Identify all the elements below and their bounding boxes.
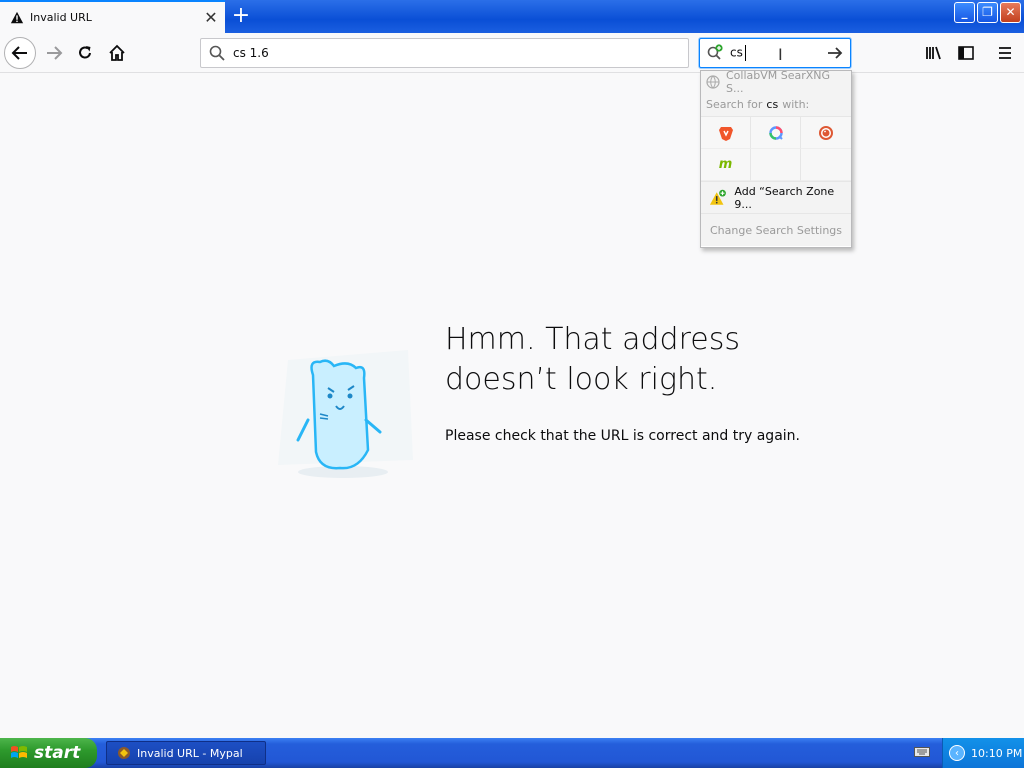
library-icon [926,46,941,60]
text-caret [744,45,746,61]
engine-duckduckgo[interactable] [801,117,851,149]
search-engine-grid: m [701,117,851,182]
error-title: Hmm. That address doesn’t look right. [445,320,865,400]
search-bar[interactable]: cs I [699,38,851,68]
maximize-button[interactable]: ❐ [977,2,998,23]
navigation-toolbar: cs 1.6 cs I [0,33,1024,73]
hamburger-menu-icon [999,47,1011,59]
search-suggestion-item[interactable]: CollabVM SearXNG S... [701,69,851,95]
search-input[interactable]: cs [730,45,746,61]
search-suggestions-popup: CollabVM SearXNG S... Search for cs with… [700,69,852,248]
menu-button[interactable] [989,37,1021,69]
back-arrow-icon [11,46,27,60]
address-bar[interactable]: cs 1.6 [200,38,689,68]
address-value: cs 1.6 [233,46,269,60]
qwant-icon [768,125,783,140]
system-tray: ‹ 10:10 PM [942,738,1024,768]
sidebar-icon [958,46,974,60]
globe-icon [706,75,720,89]
show-hidden-icons-chevron-icon[interactable]: ‹ [949,745,965,761]
error-description: Please check that the URL is correct and… [445,428,800,444]
add-search-engine-item[interactable]: Add “Search Zone 9... [701,182,851,214]
start-label: start [34,743,81,763]
home-button[interactable] [101,37,133,69]
taskbar-item-mypal[interactable]: Invalid URL - Mypal [106,741,266,765]
search-go-arrow-icon[interactable] [826,44,844,62]
sidebar-button[interactable] [950,37,982,69]
duckduckgo-icon [819,125,833,140]
minimize-button[interactable]: _ [954,2,975,23]
close-window-button[interactable]: ✕ [1000,2,1021,23]
tab-strip: Invalid URL ✕ + _ ❐ ✕ [0,0,1024,33]
engine-empty-slot [801,149,851,181]
confused-bear-illustration [278,350,413,478]
search-value: cs [730,45,743,60]
reload-icon [79,46,91,59]
home-icon [109,44,125,61]
search-for-header: Search for cs with: [701,93,851,117]
add-engine-warning-icon [709,189,726,205]
keyboard-icon[interactable] [914,746,930,758]
search-for-term: cs [766,98,779,111]
warning-icon [10,11,24,23]
error-title-line-1: Hmm. That address [445,322,740,357]
search-icon [209,45,225,61]
mypal-app-icon [118,747,130,759]
forward-button[interactable] [38,37,70,69]
window-controls: _ ❐ ✕ [954,2,1021,23]
tab-invalid-url[interactable]: Invalid URL ✕ [0,0,225,33]
engine-mojeek[interactable]: m [701,149,751,181]
brave-icon [718,126,733,141]
engine-empty-slot [751,149,801,181]
forward-arrow-icon [47,46,63,60]
ibeam-cursor-icon: I [778,45,783,64]
clock[interactable]: 10:10 PM [971,747,1022,760]
taskbar-item-label: Invalid URL - Mypal [137,746,243,760]
tab-title: Invalid URL [30,11,92,24]
suggestion-text: CollabVM SearXNG S... [726,69,831,95]
mojeek-icon: m [718,157,733,172]
start-button[interactable]: start [0,738,97,768]
add-engine-label: Add “Search Zone 9... [734,184,835,211]
library-button[interactable] [918,37,950,69]
back-button[interactable] [4,37,36,69]
windows-flag-icon [11,746,27,758]
engine-brave[interactable] [701,117,751,149]
search-add-engine-icon [707,44,723,60]
reload-button[interactable] [69,37,101,69]
search-for-prefix: Search for [706,98,763,111]
change-search-settings-button[interactable]: Change Search Settings [701,214,851,246]
error-title-line-2: doesn’t look right. [445,362,718,397]
new-tab-button[interactable]: + [228,3,254,29]
search-for-suffix: with: [782,98,810,111]
tab-close-icon[interactable]: ✕ [197,8,225,27]
engine-qwant[interactable] [751,117,801,149]
windows-taskbar: start Invalid URL - Mypal ‹ 10:10 PM [0,738,1024,768]
